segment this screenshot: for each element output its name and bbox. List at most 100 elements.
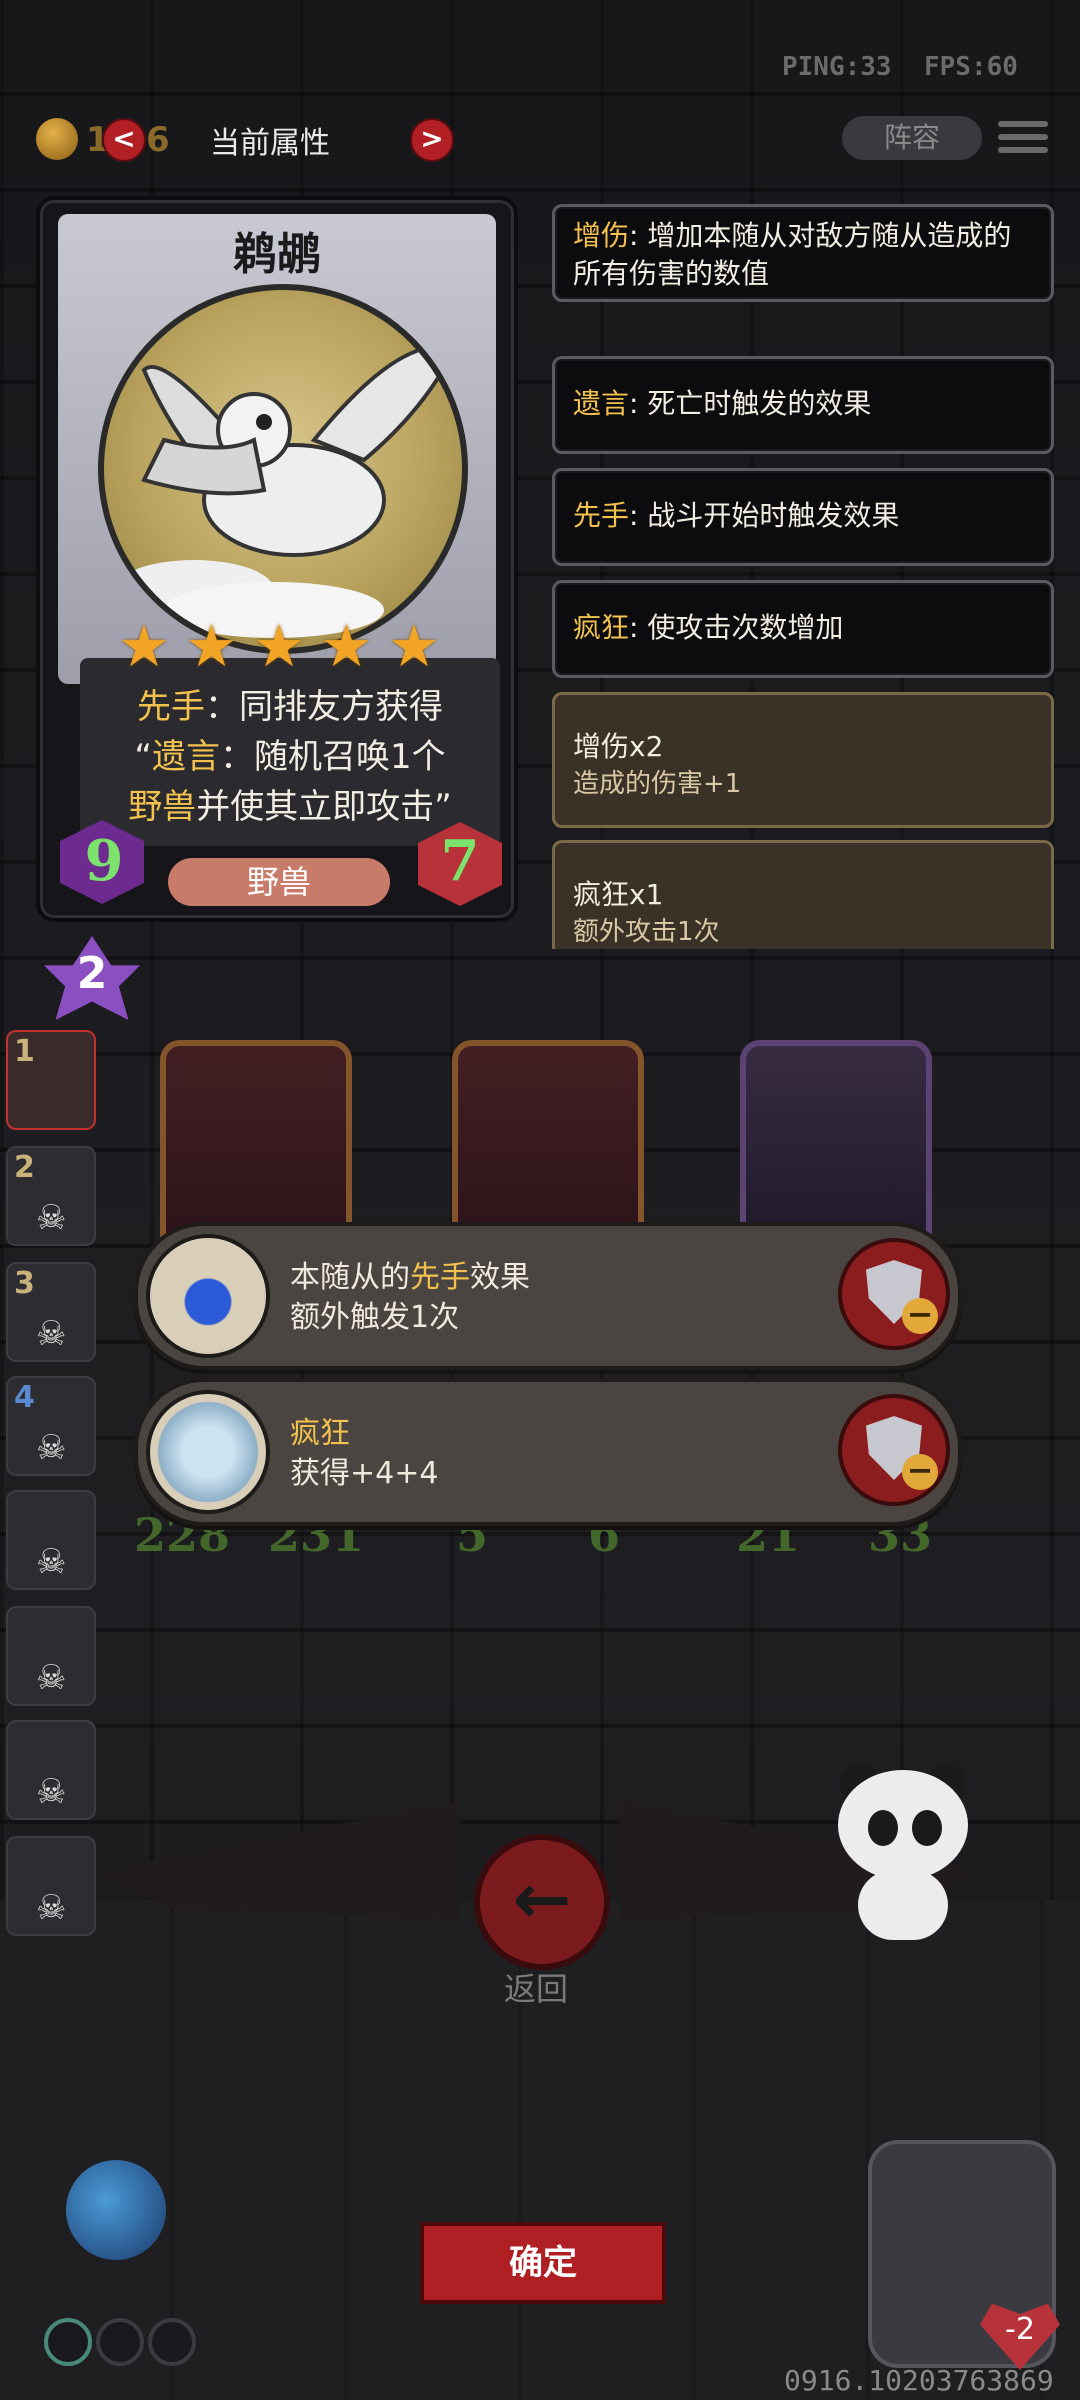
back-label[interactable]: 返回 [474, 1964, 598, 2010]
orb-icon [146, 1234, 270, 1358]
skull-icon: ☠ [36, 1772, 67, 1812]
card-desc-1-rest: ：同排友方获得 [205, 687, 443, 727]
card-desc-line-1: 先手：同排友方获得 [90, 682, 490, 732]
side-slot-3[interactable]: 3 ☠ [6, 1262, 96, 1362]
next-arrow-button[interactable]: > [410, 118, 454, 162]
attributes-title: 当前属性 [210, 126, 330, 161]
effect-line2: 获得+4+4 [290, 1456, 439, 1491]
card-desc-line-2: “遗言：随机召唤1个 [90, 732, 490, 782]
page-dot[interactable] [96, 2318, 144, 2366]
remove-effect-button[interactable]: − [838, 1394, 950, 1506]
keyword-text: 疯狂: 使攻击次数增加 [573, 609, 1033, 647]
card-description: 先手：同排友方获得 “遗言：随机召唤1个 野兽并使其立即攻击” [90, 682, 490, 832]
side-slot-1[interactable]: 1 [6, 1030, 96, 1130]
health-value: 7 [440, 828, 480, 894]
effect-keyword: 疯狂 [290, 1416, 350, 1451]
star-icon: ★ [118, 612, 170, 680]
tier-value: 2 [76, 948, 108, 999]
minus-icon: − [902, 1298, 938, 1334]
prev-arrow-button[interactable]: < [102, 118, 146, 162]
buff-title: 疯狂x1 [573, 878, 664, 911]
page-dot[interactable] [44, 2318, 92, 2366]
card-desc-quote: “ [134, 737, 152, 777]
keyword-desc: : 使攻击次数增加 [629, 611, 844, 644]
star-icon: ★ [320, 612, 373, 680]
lightning-icon [146, 1390, 270, 1514]
panda-head [838, 1770, 968, 1880]
skull-icon: ☠ [36, 1542, 67, 1582]
fps-readout: FPS:60 [924, 52, 1018, 82]
panda-eye [868, 1810, 898, 1846]
side-slot-8[interactable]: ☠ [6, 1836, 96, 1936]
confirm-button[interactable]: 确定 [420, 2222, 666, 2304]
effect-line1: 疯狂 [290, 1408, 350, 1452]
buff-sub: 造成的伤害+1 [573, 769, 742, 799]
keyword-box-frenzy: 疯狂: 使攻击次数增加 [552, 580, 1054, 678]
keyword-text: 增伤: 增加本随从对敌方随从造成的所有伤害的数值 [573, 217, 1033, 293]
back-button[interactable]: ← [474, 1834, 610, 1970]
panda-eye [912, 1810, 942, 1846]
keyword-name: 增伤 [573, 219, 630, 252]
kw-first-strike: 先手 [137, 687, 205, 727]
pelican-portrait [98, 284, 468, 654]
top-bar: 1 < 6 当前属性 > 阵容 [30, 110, 1050, 170]
side-slot-6[interactable]: ☠ [6, 1606, 96, 1706]
slot-number: 3 [14, 1266, 35, 1301]
ping-readout: PING:33 [782, 52, 892, 82]
star-rating: ★ ★ ★ ★ ★ [114, 616, 444, 676]
star-icon: ★ [388, 612, 440, 680]
skull-icon: ☠ [36, 1198, 67, 1238]
kw-deathrattle: 遗言 [151, 737, 220, 777]
effect-bar-first-strike: 本随从的先手效果 额外触发1次 − [134, 1222, 962, 1370]
minus-icon: − [902, 1454, 938, 1490]
keyword-box-first-strike: 先手: 战斗开始时触发效果 [552, 468, 1054, 566]
slot-number: 2 [14, 1150, 35, 1185]
buff-title: 增伤x2 [573, 730, 664, 763]
version-label: 0916.10203763869 [784, 2364, 1054, 2397]
panda-body [858, 1870, 948, 1940]
star-icon: ★ [253, 612, 305, 680]
effect-bar-frenzy: 疯狂 获得+4+4 − [134, 1378, 962, 1526]
effect-pre: 本随从的 [290, 1260, 410, 1295]
skull-icon: ☠ [36, 1658, 67, 1698]
keyword-box-damage-boost: 增伤: 增加本随从对敌方随从造成的所有伤害的数值 [552, 204, 1054, 302]
remove-effect-button[interactable]: − [838, 1238, 950, 1350]
buff-box-frenzy: 疯狂x1 额外攻击1次 [552, 840, 1054, 949]
card-desc-3-rest: 并使其立即攻击” [196, 787, 452, 827]
slot-number: 4 [14, 1380, 35, 1415]
menu-icon[interactable] [998, 116, 1048, 160]
coin-icon [36, 118, 78, 160]
card-desc-line-3: 野兽并使其立即攻击” [90, 782, 490, 832]
star-icon: ★ [185, 612, 238, 680]
keyword-text: 遗言: 死亡时触发的效果 [573, 385, 1033, 423]
side-slot-2[interactable]: 2 ☠ [6, 1146, 96, 1246]
buff-sub: 额外攻击1次 [573, 917, 720, 947]
keyword-box-deathrattle: 遗言: 死亡时触发的效果 [552, 356, 1054, 454]
keyword-text: 先手: 战斗开始时触发效果 [573, 497, 1033, 535]
minion-card: 鹈鹕 ★ ★ ★ ★ ★ 先手：同排友方获得 “遗言：随机召唤1个 野兽并使其立… [36, 196, 518, 922]
keyword-name: 先手 [573, 499, 630, 532]
skull-icon: ☠ [36, 1428, 67, 1468]
panda-mascot [828, 1764, 978, 1940]
buff-box-damage-boost: 增伤x2 造成的伤害+1 [552, 692, 1054, 828]
side-slot-4[interactable]: 4 ☠ [6, 1376, 96, 1476]
coin-count-tail: 6 [146, 120, 170, 160]
page-dot[interactable] [148, 2318, 196, 2366]
side-slot-7[interactable]: ☠ [6, 1720, 96, 1820]
keyword-desc: : 增加本随从对敌方随从造成的所有伤害的数值 [573, 219, 1012, 290]
effect-post: 效果 [470, 1260, 530, 1295]
keyword-name: 疯狂 [573, 611, 630, 644]
side-slot-5[interactable]: ☠ [6, 1490, 96, 1590]
pelican-art [114, 344, 457, 638]
crystal-ball-icon[interactable] [66, 2160, 166, 2260]
keyword-desc: : 死亡时触发的效果 [629, 387, 872, 420]
kw-beast: 野兽 [128, 787, 197, 827]
effect-keyword: 先手 [410, 1260, 470, 1295]
tribe-label: 野兽 [168, 858, 390, 906]
card-desc-2-rest: ：随机召唤1个 [219, 737, 446, 777]
skull-icon: ☠ [36, 1314, 67, 1354]
slot-number: 1 [14, 1034, 35, 1069]
skull-icon: ☠ [36, 1888, 67, 1928]
lineup-button[interactable]: 阵容 [842, 116, 982, 160]
card-name: 鹈鹕 [233, 229, 321, 280]
